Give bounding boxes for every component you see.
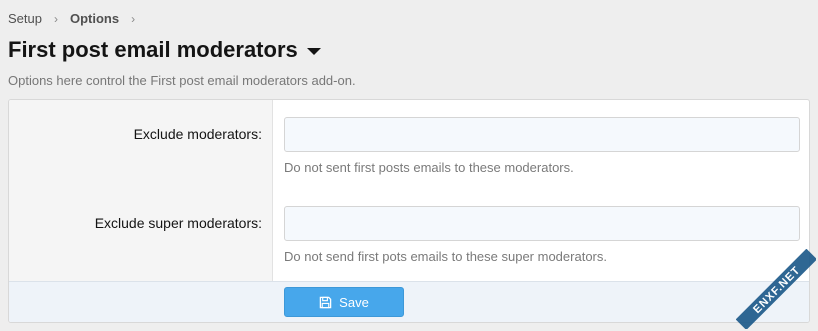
breadcrumb-item-options[interactable]: Options	[70, 11, 119, 26]
exclude-super-moderators-label: Exclude super moderators:	[94, 215, 262, 231]
exclude-super-moderators-input[interactable]	[284, 206, 800, 241]
save-button-label: Save	[339, 294, 369, 310]
chevron-right-icon: ›	[53, 11, 58, 26]
chevron-right-icon: ›	[131, 11, 136, 26]
page-description: Options here control the First post emai…	[8, 73, 356, 88]
save-icon	[319, 296, 332, 308]
exclude-moderators-hint: Do not sent first posts emails to these …	[284, 160, 574, 175]
page-title: First post email moderators	[8, 37, 321, 63]
exclude-moderators-label: Exclude moderators:	[133, 126, 262, 142]
save-button[interactable]: Save	[284, 287, 404, 317]
options-panel: Exclude moderators: Exclude super modera…	[8, 99, 810, 323]
exclude-moderators-input[interactable]	[284, 117, 800, 152]
exclude-super-moderators-hint: Do not send first pots emails to these s…	[284, 249, 607, 264]
labels-column: Exclude moderators: Exclude super modera…	[9, 100, 273, 281]
caret-down-icon[interactable]	[306, 47, 321, 55]
form-footer: Save	[9, 281, 809, 322]
breadcrumb: Setup › Options ›	[8, 11, 147, 26]
breadcrumb-item-setup[interactable]: Setup	[8, 11, 42, 26]
page-title-text: First post email moderators	[8, 37, 298, 62]
